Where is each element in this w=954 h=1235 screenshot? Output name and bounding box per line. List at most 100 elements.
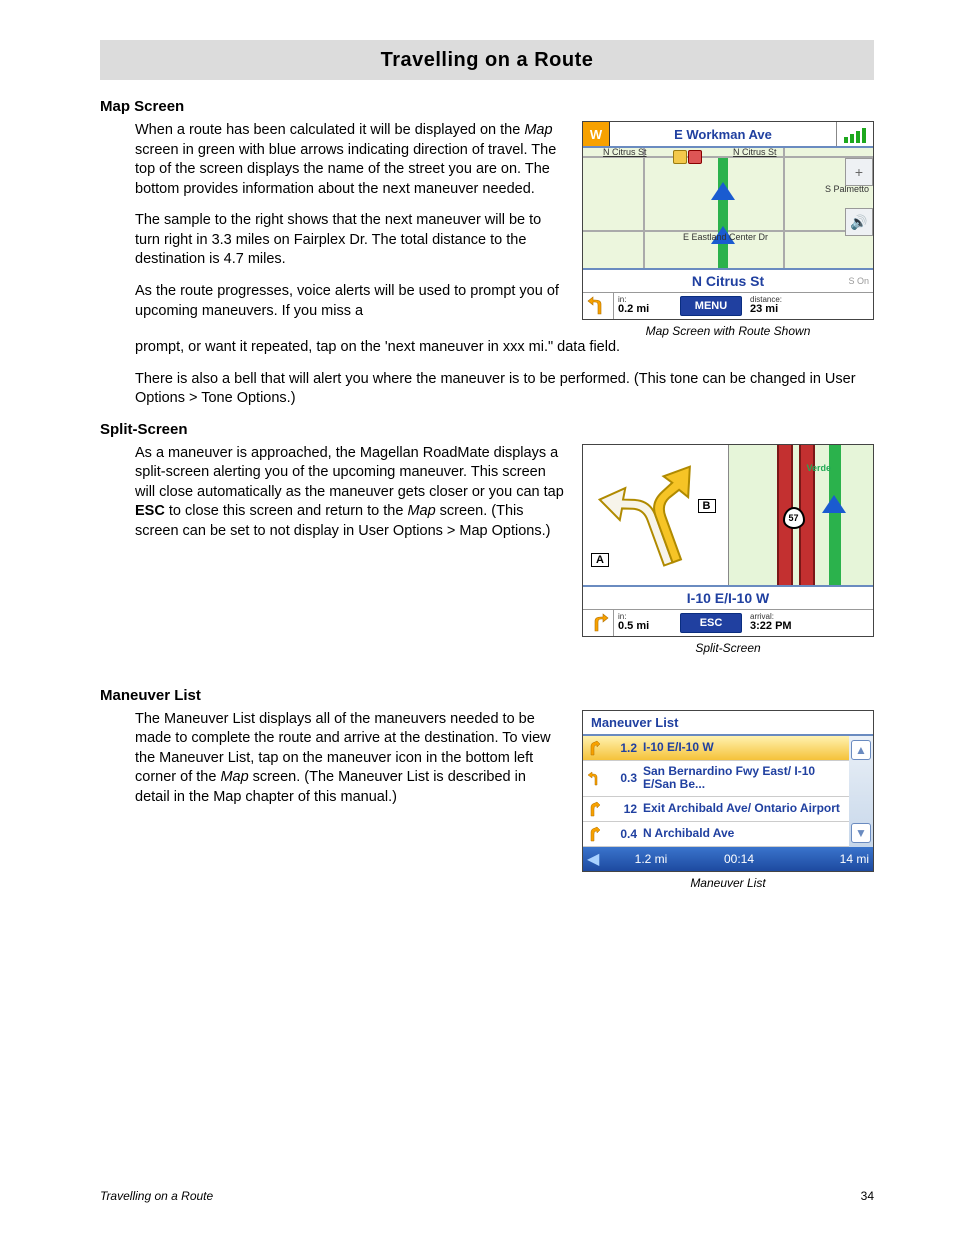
col-text-1: When a route has been calculated it will… (100, 121, 564, 321)
direction-arrow-icon (711, 182, 735, 200)
back-button[interactable]: ◀ (587, 849, 605, 869)
mlist-rows: 1.2 I-10 E/I-10 W 0.3 San Bernardino Fwy… (583, 736, 849, 848)
compass-indicator[interactable]: W (583, 122, 610, 146)
poi-icon[interactable] (688, 150, 702, 164)
page-title-bar: Travelling on a Route (100, 40, 874, 80)
scroll-down-button[interactable]: ▼ (851, 823, 871, 843)
exit-icon (585, 801, 603, 817)
esc-button[interactable]: ESC (680, 613, 742, 633)
value: 3:22 PM (750, 621, 873, 633)
caption: Split-Screen (582, 641, 874, 655)
mlist-text: N Archibald Ave (643, 827, 847, 841)
sec1-p1: When a route has been calculated it will… (135, 121, 564, 199)
mlist-distance: 0.3 (609, 771, 637, 785)
map-italic: Map (220, 769, 248, 785)
split-screen-device: A B Verde 57 I-10 E/I-10 W (582, 444, 874, 637)
heading-split-screen: Split-Screen (100, 421, 874, 438)
footer-total: 14 mi (785, 852, 869, 866)
next-street: N Citrus St (692, 273, 764, 289)
split-left-pane[interactable]: A B (583, 445, 729, 585)
text: to close this screen and return to the (165, 503, 408, 519)
arrival-field[interactable]: arrival: 3:22 PM (744, 613, 873, 633)
text: screen in green with blue arrows indicat… (135, 142, 556, 197)
map-bottom-bar: in: 0.2 mi MENU distance: 23 mi (583, 292, 873, 319)
map-top-bar: W E Workman Ave (583, 122, 873, 148)
mlist-row[interactable]: 0.4 N Archibald Ave (583, 822, 849, 847)
street-label: N Citrus St (603, 148, 647, 157)
split-bottom-bar: in: 0.5 mi ESC arrival: 3:22 PM (583, 609, 873, 636)
sec3-p1: The Maneuver List displays all of the ma… (135, 710, 564, 808)
page-title: Travelling on a Route (381, 49, 594, 72)
street-label: N Citrus St (733, 148, 777, 157)
next-in-field[interactable]: in: 0.5 mi (614, 613, 678, 633)
turn-left-icon[interactable] (583, 293, 614, 319)
current-street[interactable]: E Workman Ave (610, 122, 836, 146)
value: 0.2 mi (618, 304, 678, 316)
value: 0.5 mi (618, 621, 678, 633)
maneuver-list-device: Maneuver List 1.2 I-10 E/I-10 W 0.3 (582, 710, 874, 873)
mlist-scrollbar: ▲ ▼ (849, 736, 873, 848)
mlist-distance: 0.4 (609, 827, 637, 841)
row-map-screen: When a route has been calculated it will… (100, 121, 874, 338)
caption: Map Screen with Route Shown (582, 324, 874, 338)
mlist-text: Exit Archibald Ave/ Ontario Airport (643, 802, 847, 816)
value: 23 mi (750, 304, 873, 316)
mlist-distance: 12 (609, 802, 637, 816)
footer-time: 00:14 (697, 852, 781, 866)
callout-a: A (591, 553, 609, 567)
mlist-footer: ◀ 1.2 mi 00:14 14 mi (583, 847, 873, 871)
volume-button[interactable]: 🔊 (845, 208, 873, 236)
mlist-text: I-10 E/I-10 W (643, 741, 847, 755)
street-label: Verde (807, 463, 832, 473)
figure-split-screen: A B Verde 57 I-10 E/I-10 W (582, 444, 874, 655)
figure-map-screen: W E Workman Ave N Citr (582, 121, 874, 338)
distance-field[interactable]: distance: 23 mi (744, 296, 873, 316)
esc-bold: ESC (135, 503, 165, 519)
mlist-row[interactable]: 12 Exit Archibald Ave/ Ontario Airport (583, 797, 849, 822)
mlist-row[interactable]: 0.3 San Bernardino Fwy East/ I-10 E/San … (583, 761, 849, 798)
sec1-p2: The sample to the right shows that the n… (135, 211, 564, 270)
menu-button[interactable]: MENU (680, 296, 742, 316)
turn-left-icon (585, 770, 603, 786)
footer-title: Travelling on a Route (100, 1189, 213, 1203)
col-text-3: The Maneuver List displays all of the ma… (100, 710, 564, 820)
highway-shield-icon: 57 (783, 507, 805, 529)
row-split-screen: As a maneuver is approached, the Magella… (100, 444, 874, 655)
route-line (718, 158, 728, 268)
zoom-in-button[interactable]: + (845, 158, 873, 186)
big-ramp-arrow-icon (587, 449, 730, 595)
scroll-up-button[interactable]: ▲ (851, 740, 871, 760)
page-footer: Travelling on a Route 34 (100, 1189, 874, 1203)
manual-page: Travelling on a Route Map Screen When a … (0, 0, 954, 1235)
map-italic: Map (407, 503, 435, 519)
map-italic: Map (524, 122, 552, 138)
next-street-side: S On (848, 276, 869, 286)
split-right-pane[interactable]: Verde 57 (729, 445, 874, 585)
mlist-title: Maneuver List (583, 711, 873, 736)
ramp-right-icon (585, 740, 603, 756)
mlist-row[interactable]: 1.2 I-10 E/I-10 W (583, 736, 849, 761)
footer-dist: 1.2 mi (609, 852, 693, 866)
sec1-p4: There is also a bell that will alert you… (135, 370, 874, 409)
sec2-p1: As a maneuver is approached, the Magella… (135, 444, 564, 542)
caption: Maneuver List (582, 876, 874, 890)
gps-signal-icon (836, 122, 873, 146)
mlist-distance: 1.2 (609, 741, 637, 755)
turn-ramp-icon[interactable] (583, 610, 614, 636)
text: As a maneuver is approached, the Magella… (135, 445, 564, 500)
poi-icon[interactable] (673, 150, 687, 164)
next-street-bar[interactable]: N Citrus St S On (583, 268, 873, 292)
text: When a route has been calculated it will… (135, 122, 524, 138)
map-screen-device: W E Workman Ave N Citr (582, 121, 874, 320)
map-canvas[interactable]: N Citrus St N Citrus St S Palmetto E Eas… (583, 148, 873, 268)
sec1-p3-part: As the route progresses, voice alerts wi… (135, 282, 564, 321)
col-text-2: As a maneuver is approached, the Magella… (100, 444, 564, 554)
next-in-field[interactable]: in: 0.2 mi (614, 296, 678, 316)
sec1-p3-wrap: prompt, or want it repeated, tap on the … (135, 338, 874, 358)
row-maneuver-list: The Maneuver List displays all of the ma… (100, 710, 874, 891)
callout-b: B (698, 499, 716, 513)
street-label: E Eastland Center Dr (683, 232, 768, 242)
split-top: A B Verde 57 (583, 445, 873, 585)
figure-maneuver-list: Maneuver List 1.2 I-10 E/I-10 W 0.3 (582, 710, 874, 891)
ramp-right-icon (585, 826, 603, 842)
